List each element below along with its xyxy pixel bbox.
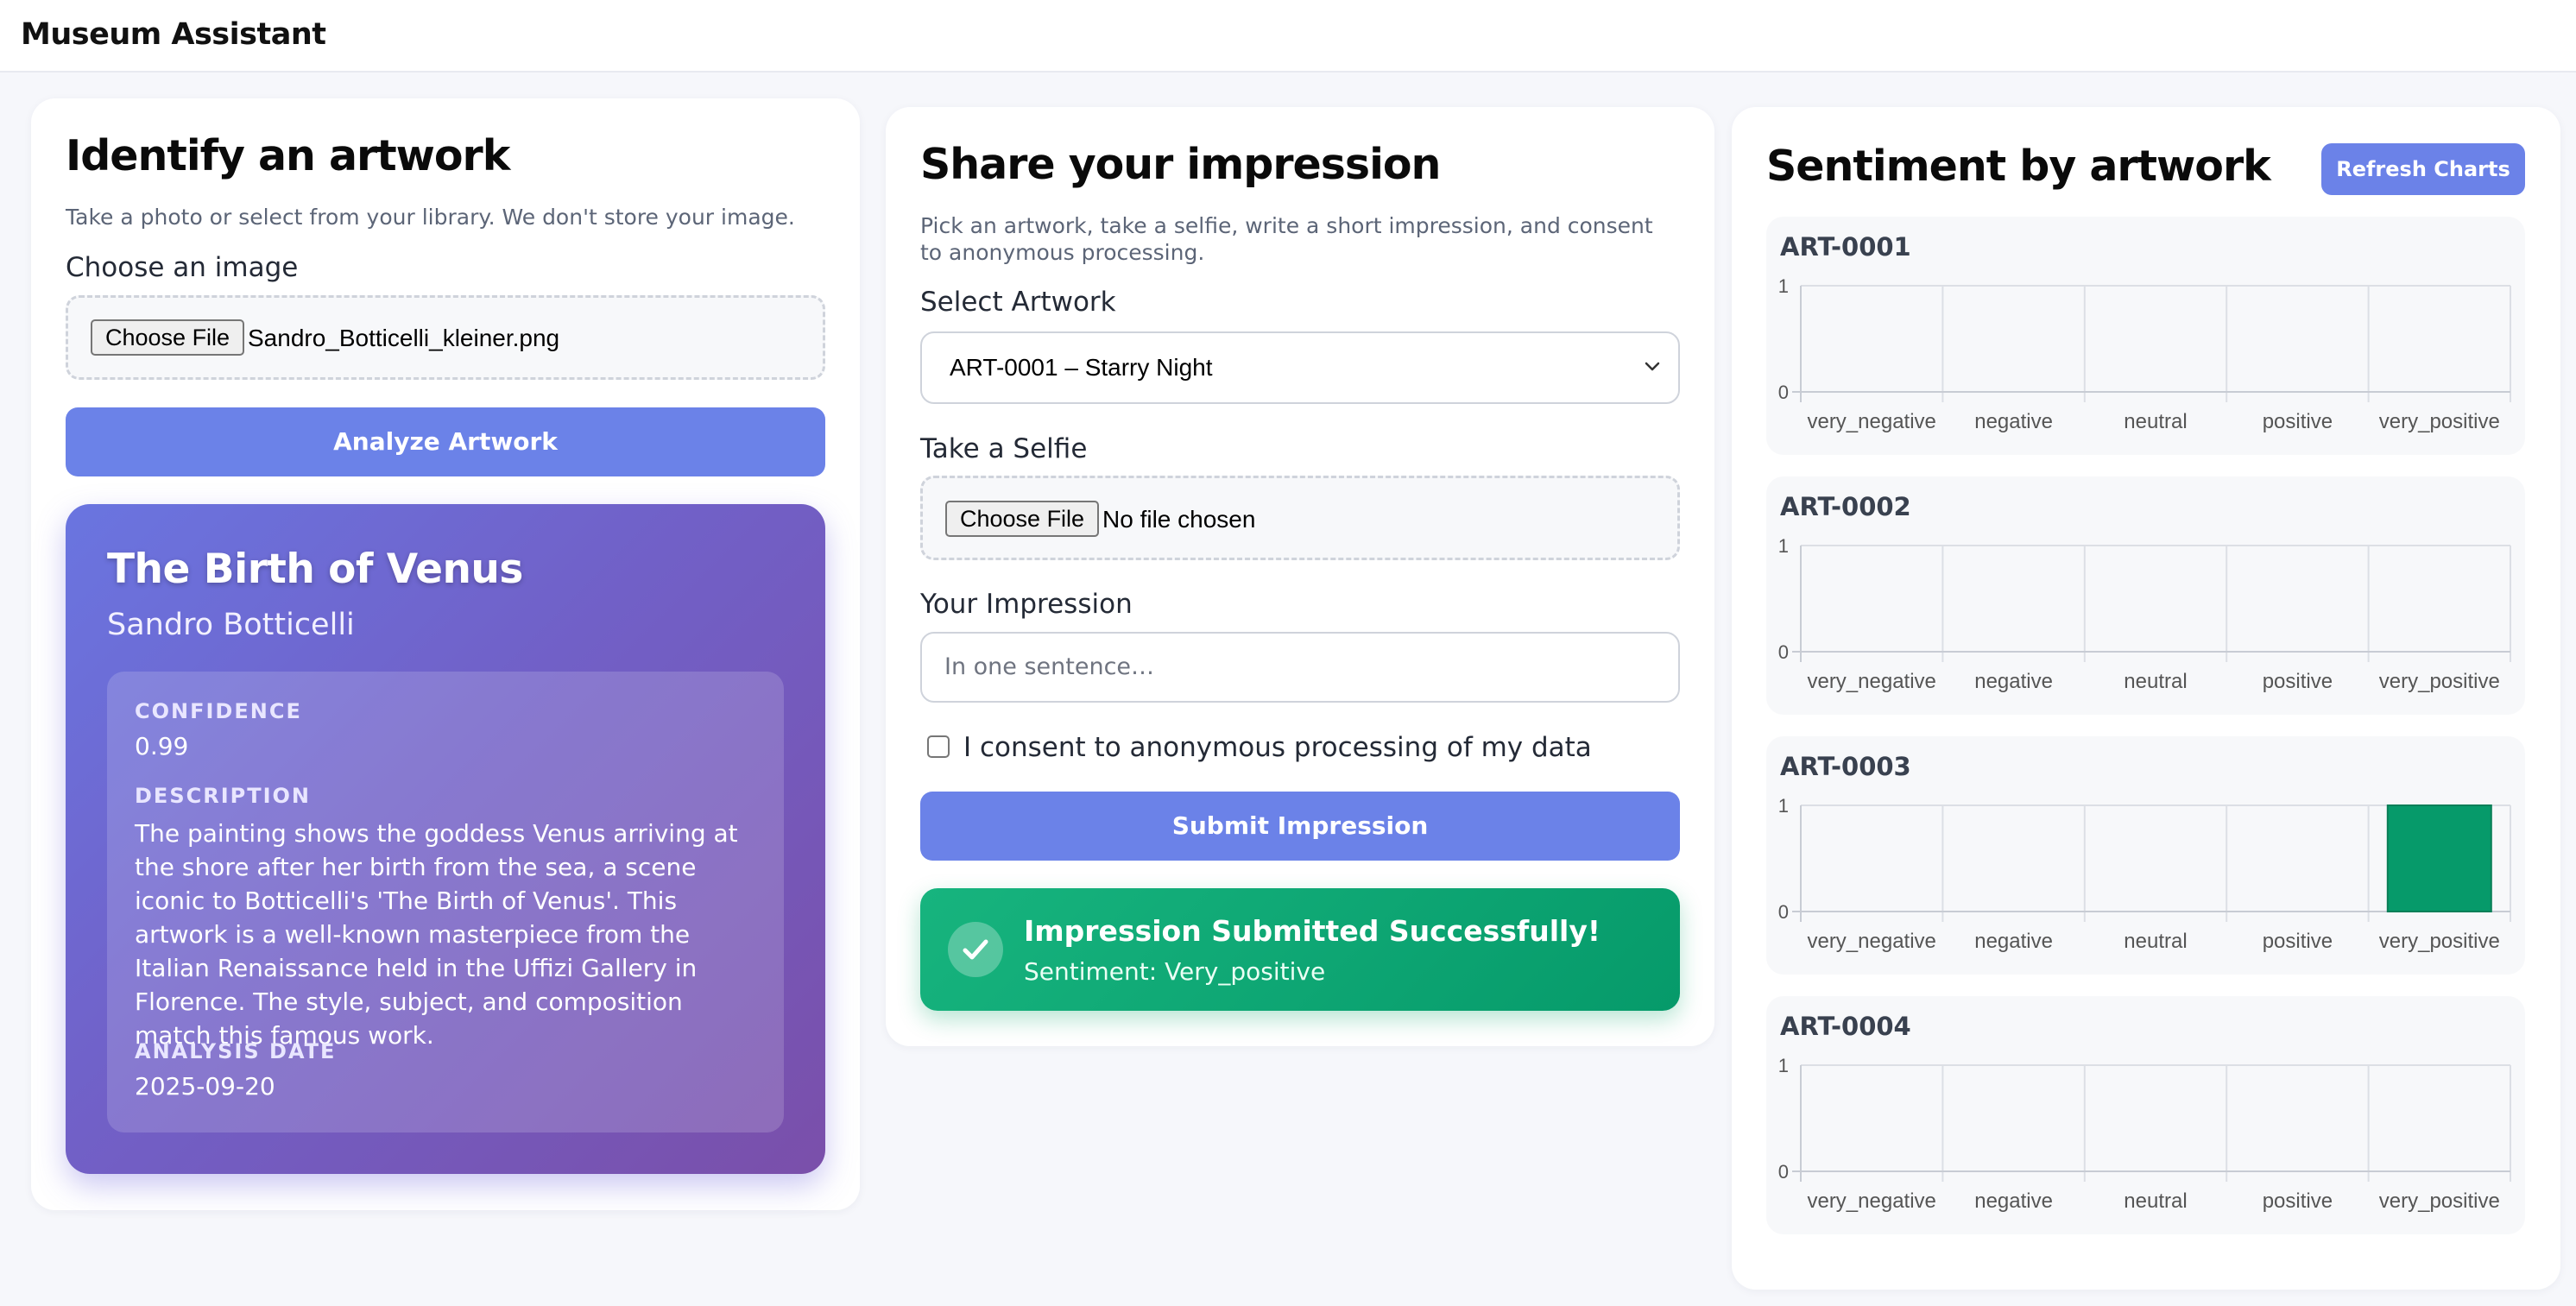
confidence-label: CONFIDENCE xyxy=(135,699,302,723)
identify-subtitle: Take a photo or select from your library… xyxy=(66,205,795,230)
top-bar: Museum Assistant xyxy=(0,0,2576,73)
sentiment-chart: 0 1 very_negative negative neutral positive ve… xyxy=(1778,535,2511,693)
y-tick-label: 1 xyxy=(1778,1055,1789,1076)
chart-card-3: ART-0003 0 1 very_negative negative neutral p… xyxy=(1766,736,2525,975)
image-file-input[interactable]: Choose File Sandro_Botticelli_kleiner.pn… xyxy=(66,295,825,380)
x-tick-label: very_negative xyxy=(1807,410,1935,433)
impression-title: Share your impression xyxy=(920,140,1441,189)
choose-image-button[interactable]: Choose File xyxy=(91,319,245,356)
x-tick-label: neutral xyxy=(2124,670,2187,693)
selfie-file-input[interactable]: Choose File No file chosen xyxy=(920,476,1680,560)
artwork-details: CONFIDENCE 0.99 DESCRIPTION The painting… xyxy=(107,672,784,1132)
artwork-artist: Sandro Botticelli xyxy=(107,608,355,642)
confidence-value: 0.99 xyxy=(135,732,189,760)
x-tick-label: negative xyxy=(1974,410,2053,433)
y-tick-label: 0 xyxy=(1778,1161,1789,1183)
x-tick-label: very_positive xyxy=(2379,410,2500,433)
sentiment-title: Sentiment by artwork xyxy=(1766,142,2271,191)
x-tick-label: neutral xyxy=(2124,410,2187,433)
x-tick-label: positive xyxy=(2263,1189,2333,1213)
x-tick-label: neutral xyxy=(2124,1189,2187,1213)
sentiment-chart: 0 1 very_negative negative neutral positive ve… xyxy=(1778,275,2511,433)
description-label: DESCRIPTION xyxy=(135,784,312,808)
analysis-date-label: ANALYSIS DATE xyxy=(135,1039,337,1063)
x-tick-label: negative xyxy=(1974,1189,2053,1213)
success-sentiment: Sentiment: Very_positive xyxy=(1024,957,1326,986)
x-tick-label: positive xyxy=(2263,670,2333,693)
y-tick-label: 0 xyxy=(1778,901,1789,923)
image-file-name: Sandro_Botticelli_kleiner.png xyxy=(248,325,560,351)
analyze-artwork-button[interactable]: Analyze Artwork xyxy=(66,407,825,476)
choose-selfie-button[interactable]: Choose File xyxy=(945,501,1100,537)
x-tick-label: negative xyxy=(1974,670,2053,693)
x-tick-label: very_positive xyxy=(2379,930,2500,953)
artwork-title: The Birth of Venus xyxy=(107,546,523,593)
x-tick-label: very_negative xyxy=(1807,1189,1935,1213)
y-tick-label: 1 xyxy=(1778,275,1789,297)
consent-checkbox[interactable] xyxy=(927,735,950,758)
y-tick-label: 0 xyxy=(1778,641,1789,663)
select-artwork-label: Select Artwork xyxy=(920,287,1116,318)
analysis-date-value: 2025-09-20 xyxy=(135,1072,275,1101)
x-tick-label: very_positive xyxy=(2379,670,2500,693)
sentiment-chart: 0 1 very_negative negative neutral positive ve… xyxy=(1778,795,2511,953)
x-tick-label: positive xyxy=(2263,410,2333,433)
x-tick-label: negative xyxy=(1974,930,2053,953)
chart-card-2: ART-0002 0 1 very_negative negative neutral p… xyxy=(1766,476,2525,715)
success-banner: Impression Submitted Successfully! Senti… xyxy=(920,888,1680,1011)
x-tick-label: very_negative xyxy=(1807,930,1935,953)
x-tick-label: very_negative xyxy=(1807,670,1935,693)
artwork-result-card: The Birth of Venus Sandro Botticelli CON… xyxy=(66,504,825,1174)
description-text: The painting shows the goddess Venus arr… xyxy=(135,819,738,1050)
artwork-select-value: ART-0001 – Starry Night xyxy=(950,354,1213,381)
artwork-select[interactable]: ART-0001 – Starry Night xyxy=(920,331,1680,404)
refresh-charts-button[interactable]: Refresh Charts xyxy=(2321,143,2525,195)
success-title: Impression Submitted Successfully! xyxy=(1024,914,1601,948)
bar-very_positive xyxy=(2386,804,2492,912)
selfie-file-name: No file chosen xyxy=(1102,506,1256,533)
identify-title: Identify an artwork xyxy=(66,131,510,180)
app-title: Museum Assistant xyxy=(21,17,326,52)
submit-impression-button[interactable]: Submit Impression xyxy=(920,792,1680,861)
impression-label: Your Impression xyxy=(920,589,1133,620)
check-icon xyxy=(948,922,1003,977)
x-tick-label: positive xyxy=(2263,930,2333,953)
impression-subtitle: Pick an artwork, take a selfie, write a … xyxy=(920,213,1653,265)
y-tick-label: 0 xyxy=(1778,382,1789,403)
consent-label: I consent to anonymous processing of my … xyxy=(963,732,1592,763)
y-tick-label: 1 xyxy=(1778,535,1789,557)
selfie-label: Take a Selfie xyxy=(920,433,1088,464)
y-tick-label: 1 xyxy=(1778,795,1789,817)
x-tick-label: very_positive xyxy=(2379,1189,2500,1213)
chart-card-4: ART-0004 0 1 very_negative negative neutral p… xyxy=(1766,996,2525,1234)
x-tick-label: neutral xyxy=(2124,930,2187,953)
chart-card-1: ART-0001 0 1 very_negative negative neutral p… xyxy=(1766,217,2525,455)
impression-input[interactable]: In one sentence… xyxy=(920,632,1680,703)
chevron-down-icon xyxy=(1642,356,1663,380)
sentiment-chart: 0 1 very_negative negative neutral positive ve… xyxy=(1778,1055,2511,1213)
image-label: Choose an image xyxy=(66,252,299,283)
